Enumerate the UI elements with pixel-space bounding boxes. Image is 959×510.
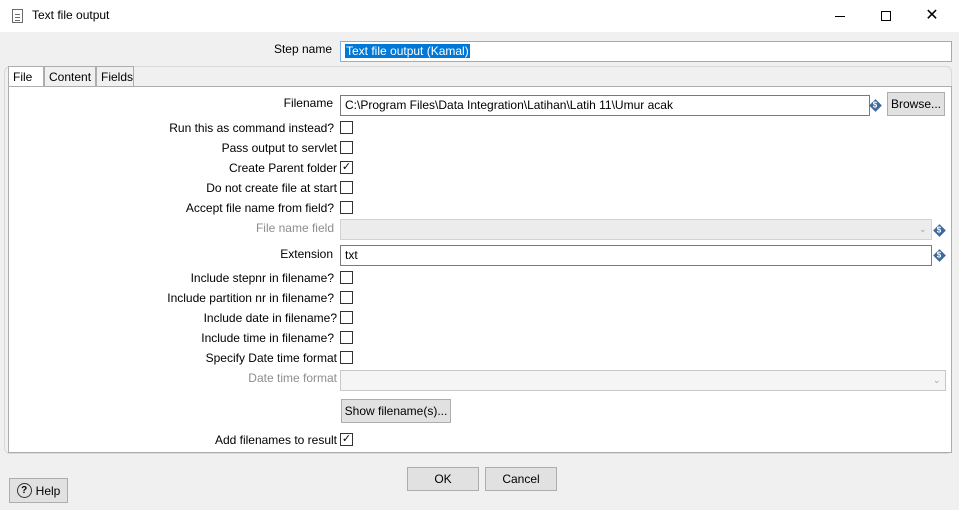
include-stepnr-checkbox[interactable]	[340, 271, 353, 284]
do-not-create-file-label: Do not create file at start	[206, 181, 337, 195]
include-stepnr-label: Include stepnr in filename?	[190, 271, 334, 285]
add-to-result-checkbox[interactable]: ✓	[340, 433, 353, 446]
filename-input[interactable]: C:\Program Files\Data Integration\Latiha…	[340, 95, 870, 116]
include-time-checkbox[interactable]	[340, 331, 353, 344]
include-time-label: Include time in filename?	[201, 331, 334, 345]
create-parent-folder-label: Create Parent folder	[228, 161, 337, 175]
close-icon: ✕	[925, 7, 939, 24]
pass-to-servlet-checkbox[interactable]	[340, 141, 353, 154]
datetime-format-combo: ⌄	[340, 370, 946, 391]
check-icon: ✓	[341, 433, 352, 445]
browse-button[interactable]: Browse...	[887, 92, 945, 116]
do-not-create-file-checkbox[interactable]	[340, 181, 353, 194]
file-name-field-label: File name field	[255, 221, 334, 235]
variable-icon: $	[932, 248, 946, 262]
help-button[interactable]: ? Help	[9, 478, 68, 503]
step-name-input[interactable]: Text file output (Kamal)	[340, 41, 952, 62]
chevron-down-icon: ⌄	[933, 375, 941, 385]
text-file-icon	[12, 9, 23, 23]
include-date-checkbox[interactable]	[340, 311, 353, 324]
maximize-icon	[881, 11, 891, 21]
include-partition-label: Include partition nr in filename?	[167, 291, 334, 305]
datetime-format-label: Date time format	[248, 371, 337, 385]
step-name-label: Step name	[273, 42, 332, 56]
tab-file[interactable]: File	[8, 66, 44, 88]
accept-filename-label: Accept file name from field?	[185, 201, 334, 215]
run-as-command-checkbox[interactable]	[340, 121, 353, 134]
pass-to-servlet-label: Pass output to servlet	[221, 141, 337, 155]
file-name-field-combo: ⌄	[340, 219, 932, 240]
specify-datetime-checkbox[interactable]	[340, 351, 353, 364]
step-name-value: Text file output (Kamal)	[345, 44, 470, 58]
window-title: Text file output	[32, 8, 110, 22]
tab-fields[interactable]: Fields	[96, 66, 134, 87]
minimize-icon	[835, 15, 845, 17]
create-parent-folder-checkbox[interactable]: ✓	[340, 161, 353, 174]
check-icon: ✓	[341, 161, 352, 173]
ok-button[interactable]: OK	[407, 467, 479, 491]
show-filenames-button[interactable]: Show filename(s)...	[341, 399, 451, 423]
close-button[interactable]: ✕	[909, 0, 955, 32]
help-icon: ?	[16, 483, 32, 498]
specify-datetime-label: Specify Date time format	[205, 351, 337, 365]
minimize-button[interactable]	[817, 0, 863, 32]
include-date-label: Include date in filename?	[203, 311, 337, 325]
run-as-command-label: Run this as command instead?	[169, 121, 334, 135]
extension-label: Extension	[280, 247, 333, 261]
variable-icon: $	[868, 98, 882, 112]
add-to-result-label: Add filenames to result	[214, 433, 337, 447]
accept-filename-checkbox[interactable]	[340, 201, 353, 214]
help-label: Help	[35, 483, 61, 498]
include-partition-checkbox[interactable]	[340, 291, 353, 304]
extension-input[interactable]: txt	[340, 245, 932, 266]
variable-icon: $	[932, 223, 946, 237]
filename-label: Filename	[283, 96, 333, 110]
chevron-down-icon: ⌄	[919, 224, 927, 234]
title-bar	[0, 0, 959, 32]
tab-content[interactable]: Content	[44, 66, 96, 87]
maximize-button[interactable]	[863, 0, 909, 32]
cancel-button[interactable]: Cancel	[485, 467, 557, 491]
